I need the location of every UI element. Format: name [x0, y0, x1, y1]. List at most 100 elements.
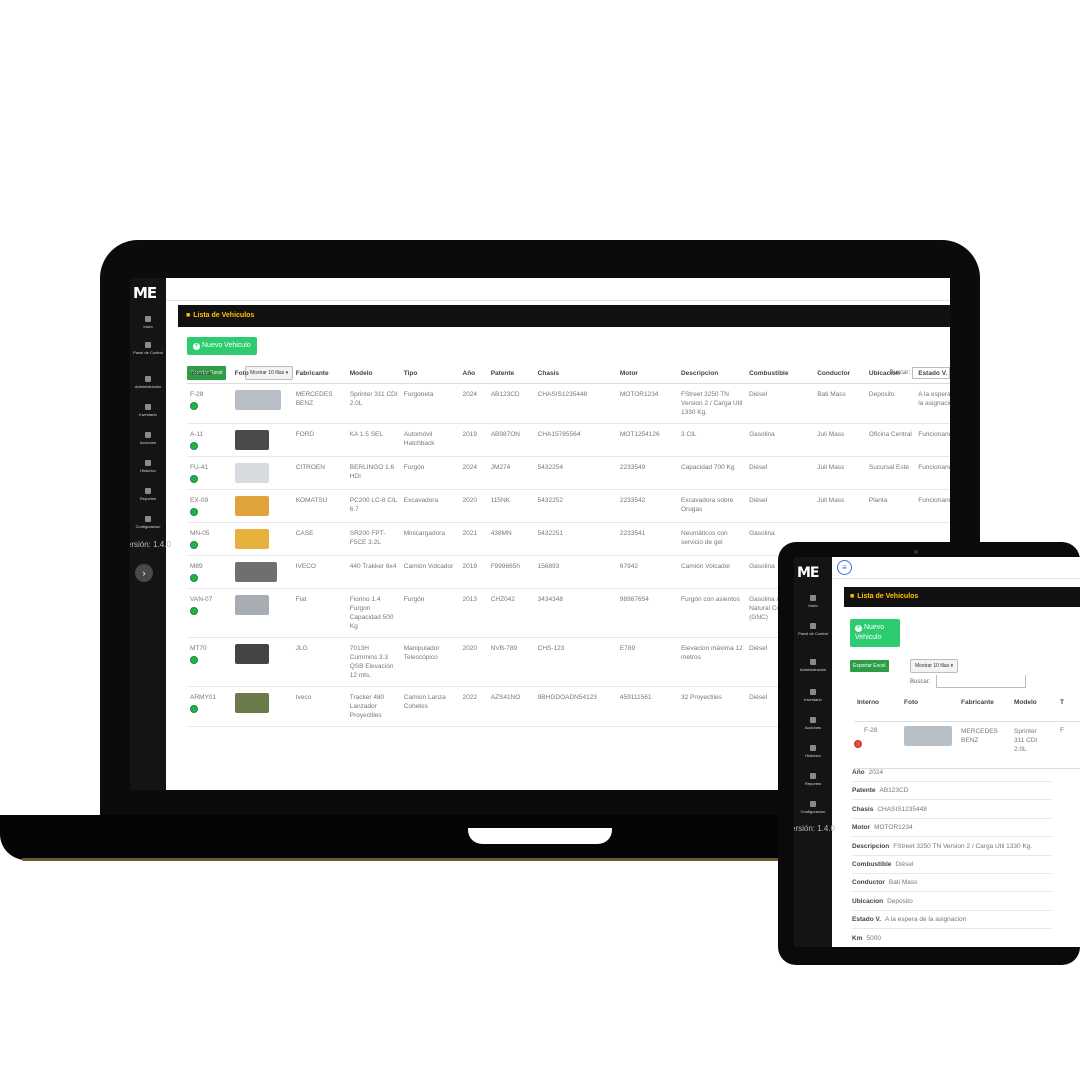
col-1[interactable]: Foto	[231, 364, 293, 384]
cell-foto	[231, 522, 293, 556]
detail-label: Combustible	[852, 861, 892, 868]
plus-icon: +	[193, 343, 200, 350]
cell-fabricante: FORD	[292, 423, 347, 457]
tablet-sidebar-item-reportes[interactable]: Reportes	[794, 773, 832, 786]
cell-foto	[231, 456, 293, 490]
cell-patente: JM274	[487, 456, 535, 490]
cell-tipo: Minicargadora	[400, 522, 460, 556]
collapse-sidebar-button[interactable]: ›	[135, 564, 153, 582]
sidebar-item-panel[interactable]: Panel de Control	[130, 342, 166, 355]
sidebar-item-label: Inventario	[139, 412, 157, 417]
tablet-new-vehicle-button[interactable]: + Nuevo Vehiculo	[850, 619, 900, 647]
col-0[interactable]: Interno	[187, 364, 232, 384]
col-8[interactable]: Motor	[616, 364, 678, 384]
sidebar-item-configuracion[interactable]: Configuracion	[130, 516, 166, 529]
app-logo[interactable]: ME	[133, 284, 157, 302]
dashboard-icon	[145, 342, 151, 348]
table-header-row: Interno Foto Fabricante Modelo Tipo Año Patent…	[187, 364, 950, 384]
table-row[interactable]: A-11 FORD KA 1.5 SEL Automóvil Hatchback 201…	[187, 423, 950, 457]
expand-row-icon[interactable]	[190, 607, 198, 615]
tablet-rows-per-page-select[interactable]: Mostrar 10 filas ▾	[910, 659, 959, 673]
cell-patente: 115NK	[487, 489, 535, 523]
tablet-app-logo[interactable]: ME	[797, 565, 819, 581]
collapse-row-icon[interactable]	[854, 740, 862, 748]
tablet-export-excel-button[interactable]: Exportar Excel	[850, 660, 889, 672]
detail-value: A la espera de la asignacion	[885, 916, 967, 924]
sidebar-item-reportes[interactable]: Reportes	[130, 488, 166, 501]
col-4[interactable]: Tipo	[400, 364, 460, 384]
expand-row-icon[interactable]	[190, 402, 198, 410]
expand-row-icon[interactable]	[190, 705, 198, 713]
tablet-sidebar-item-panel[interactable]: Panel de Control	[794, 623, 832, 636]
col-6[interactable]: Patente	[487, 364, 535, 384]
tablet-col-extra[interactable]: T	[1060, 699, 1064, 706]
expand-row-icon[interactable]	[190, 656, 198, 664]
cell-ubicacion: Deposito	[865, 383, 916, 424]
cell-modelo: PC200 LC-8 CIL 6.7	[346, 489, 401, 523]
expand-row-icon[interactable]	[190, 475, 198, 483]
cell-tipo: Camion Lanza Cohetes	[400, 686, 460, 727]
cell-descripcion: Elevacion máxima 12 metros	[677, 637, 747, 687]
cell-motor: E789	[616, 637, 678, 687]
expand-row-icon[interactable]	[190, 574, 198, 582]
cell-modelo: SR200 FPT-F5CE 3.2L	[346, 522, 401, 556]
col-13[interactable]: Estado V.	[915, 364, 950, 384]
expand-row-icon[interactable]	[190, 442, 198, 450]
modelo-line: Sprinter	[1014, 728, 1037, 735]
detail-row: Combustible Diésel	[852, 856, 1052, 874]
sidebar-item-acciones[interactable]: Acciones	[130, 432, 166, 445]
tablet-sidebar-item-admin[interactable]: Administración	[794, 659, 832, 672]
new-vehicle-button[interactable]: + Nuevo Vehiculo	[187, 337, 257, 355]
tablet-search-input[interactable]	[936, 675, 1026, 688]
col-2[interactable]: Fabricante	[292, 364, 347, 384]
col-11[interactable]: Conductor	[814, 364, 866, 384]
history-icon	[810, 745, 816, 751]
detail-label: Año	[852, 769, 865, 776]
tablet-col-foto[interactable]: Foto	[904, 699, 918, 706]
detail-row: Patente AB123CD	[852, 782, 1052, 801]
tablet-table-row[interactable]: F-28 MERCEDES BENZ Sprinter 311 CDI 2.0L F	[854, 721, 1080, 769]
table-row[interactable]: FU-41 CITROEN BERLINGO 1.6 HDI Furgón 2024 JM…	[187, 456, 950, 490]
col-3[interactable]: Modelo	[346, 364, 401, 384]
tablet-sidebar-item-inventario[interactable]: Inventario	[794, 689, 832, 702]
col-7[interactable]: Chasis	[534, 364, 617, 384]
cell-anio: 2021	[459, 522, 488, 556]
cell-descripcion: Furgón con asientos	[677, 588, 747, 638]
cell-chasis: CHA15785564	[534, 423, 617, 457]
cell-anio: 2013	[459, 588, 488, 638]
tablet-sidebar-item-configuracion[interactable]: Configuracion	[794, 801, 832, 814]
cell-patente: AB987ON	[487, 423, 535, 457]
sidebar-item-historico[interactable]: Historico	[130, 460, 166, 473]
table-row[interactable]: EX-09 KOMATSU PC200 LC-8 CIL 6.7 Excavadora…	[187, 489, 950, 523]
cell-chasis: 3434348	[534, 588, 617, 638]
tablet-col-interno[interactable]: Interno	[857, 699, 879, 706]
cell-patente: F999665h	[487, 555, 535, 589]
sidebar-item-admin[interactable]: Administración	[130, 376, 166, 389]
sidebar: ME Inicio Panel de Control Administració…	[130, 278, 171, 790]
tablet-sidebar-item-inicio[interactable]: Inicio	[794, 595, 832, 608]
expand-row-icon[interactable]	[190, 508, 198, 516]
tablet-col-fabricante[interactable]: Fabricante	[961, 699, 994, 706]
cell-interno: F-28	[187, 383, 232, 424]
cell-tipo: Excavadora	[400, 489, 460, 523]
laptop-notch	[468, 828, 612, 844]
col-12[interactable]: Ubicacion	[865, 364, 916, 384]
vehicle-photo	[234, 496, 269, 516]
col-9[interactable]: Descripcion	[677, 364, 747, 384]
hamburger-menu-button[interactable]: ≡	[837, 560, 852, 575]
col-5[interactable]: Año	[459, 364, 488, 384]
cell-chasis: 5432252	[534, 489, 617, 523]
sidebar-item-label: Acciones	[804, 725, 822, 730]
expand-row-icon[interactable]	[190, 541, 198, 549]
tablet-sidebar-item-acciones[interactable]: Acciones	[794, 717, 832, 730]
sidebar-item-inventario[interactable]: Inventario	[130, 404, 166, 417]
detail-value: CHASIS1235448	[877, 805, 927, 813]
tablet-sidebar-item-historico[interactable]: Historico	[794, 745, 832, 758]
sidebar-item-inicio[interactable]: Inicio	[130, 316, 166, 329]
actions-icon	[145, 432, 151, 438]
col-10[interactable]: Combustible	[746, 364, 815, 384]
detail-value: Deposito	[887, 897, 913, 905]
tablet-col-modelo[interactable]: Modelo	[1014, 699, 1037, 706]
cell-interno: A-11	[187, 423, 232, 457]
table-row[interactable]: F-28 MERCEDES BENZ Sprinter 311 CDI 2.0L Fu…	[187, 383, 950, 424]
